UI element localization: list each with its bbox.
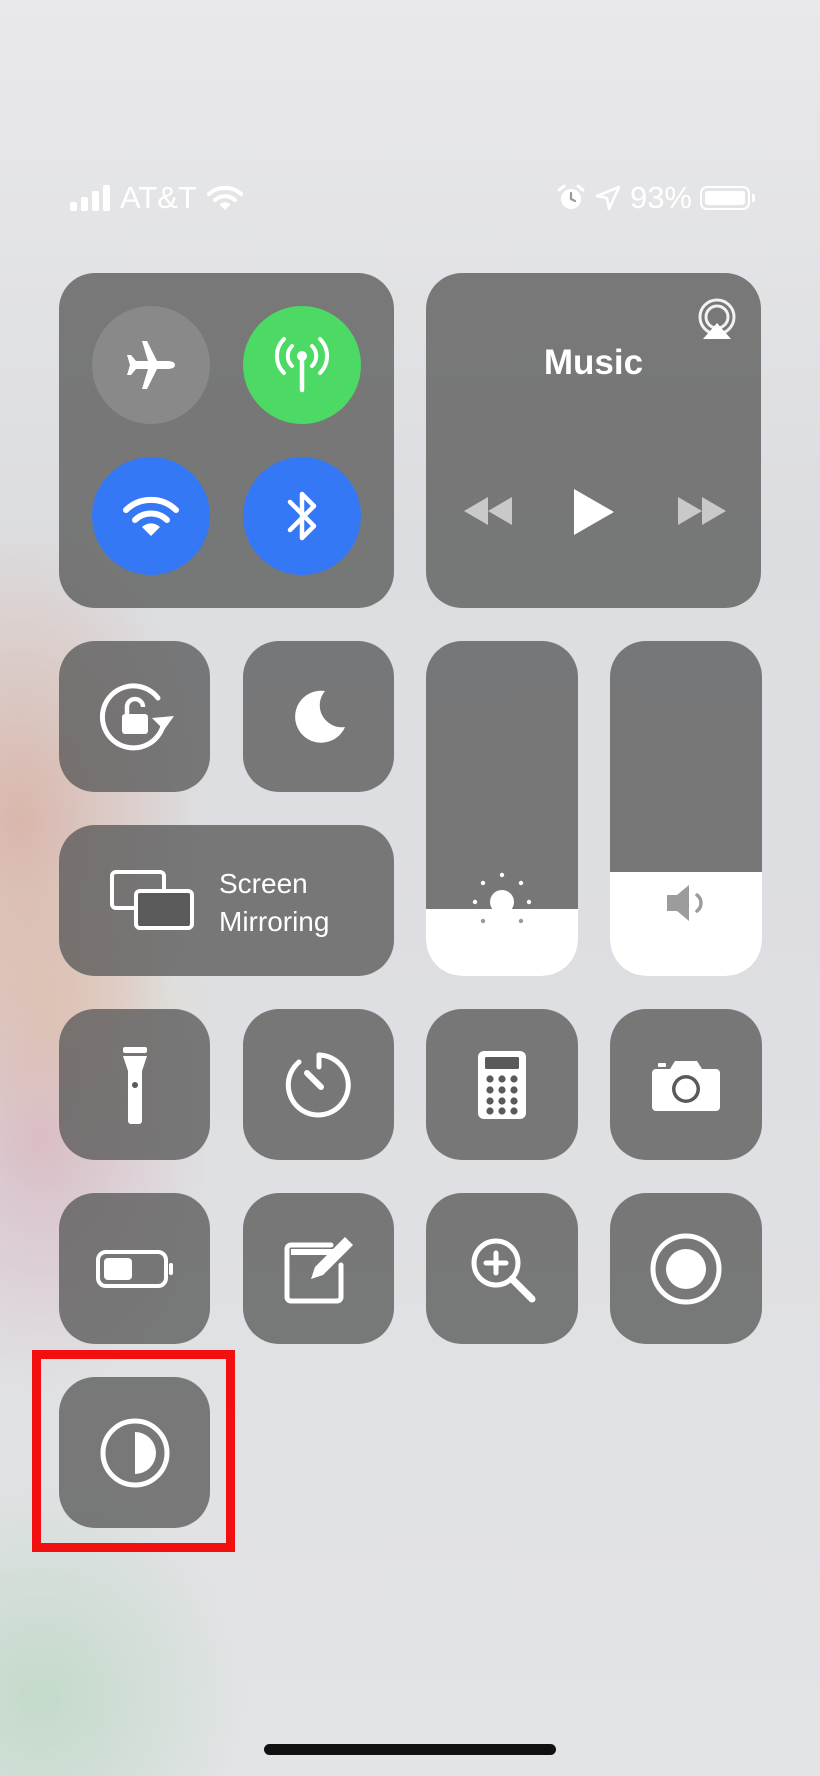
music-module[interactable]: Music — [426, 273, 761, 608]
battery-icon — [95, 1249, 175, 1289]
rotation-lock-icon — [92, 674, 178, 760]
wifi-button[interactable] — [92, 457, 210, 575]
screen-mirroring-label: Screen Mirroring — [219, 865, 329, 941]
notes-icon — [281, 1231, 357, 1307]
flashlight-button[interactable] — [59, 1009, 210, 1160]
timer-button[interactable] — [243, 1009, 394, 1160]
timer-icon — [283, 1049, 355, 1121]
signal-icon — [70, 185, 110, 211]
camera-icon — [650, 1057, 722, 1113]
notes-button[interactable] — [243, 1193, 394, 1344]
airplay-icon[interactable] — [695, 297, 739, 341]
airplane-icon — [123, 337, 179, 393]
screen-mirroring-icon — [109, 869, 195, 931]
status-bar: AT&T 93% — [70, 180, 755, 220]
rewind-icon[interactable] — [462, 495, 514, 527]
low-power-mode-button[interactable] — [59, 1193, 210, 1344]
home-indicator[interactable] — [264, 1744, 556, 1755]
magnifier-icon — [466, 1233, 538, 1305]
record-icon — [649, 1232, 723, 1306]
calculator-button[interactable] — [426, 1009, 578, 1160]
screen-mirroring-line2: Mirroring — [219, 906, 330, 937]
camera-button[interactable] — [610, 1009, 762, 1160]
highlight-box — [32, 1350, 235, 1552]
location-icon — [594, 184, 622, 212]
play-icon[interactable] — [570, 487, 616, 537]
orientation-lock-button[interactable] — [59, 641, 210, 792]
connectivity-module — [59, 273, 394, 608]
wifi-icon — [122, 493, 180, 539]
alarm-icon — [556, 183, 586, 213]
bluetooth-button[interactable] — [243, 457, 361, 575]
status-left: AT&T — [70, 180, 243, 216]
speaker-icon — [663, 881, 711, 925]
battery-percent: 93% — [629, 180, 692, 215]
bluetooth-icon — [282, 486, 322, 546]
music-title: Music — [543, 343, 644, 382]
do-not-disturb-button[interactable] — [243, 641, 394, 792]
cellular-data-button[interactable] — [243, 306, 361, 424]
sun-icon — [467, 867, 537, 937]
screen-mirroring-line1: Screen — [219, 868, 308, 899]
battery-icon — [700, 186, 755, 210]
antenna-icon — [267, 330, 337, 400]
screen-recording-button[interactable] — [610, 1193, 762, 1344]
moon-icon — [289, 687, 349, 747]
fast-forward-icon[interactable] — [676, 495, 728, 527]
calculator-icon — [476, 1049, 528, 1121]
carrier-label: AT&T — [120, 180, 197, 215]
magnifier-button[interactable] — [426, 1193, 578, 1344]
volume-slider[interactable] — [610, 641, 762, 976]
wifi-icon — [206, 184, 243, 212]
screen-mirroring-button[interactable]: Screen Mirroring — [59, 825, 394, 976]
airplane-mode-button[interactable] — [92, 306, 210, 424]
brightness-slider[interactable] — [426, 641, 578, 976]
status-right: 93% — [556, 180, 755, 216]
flashlight-icon — [120, 1045, 150, 1125]
